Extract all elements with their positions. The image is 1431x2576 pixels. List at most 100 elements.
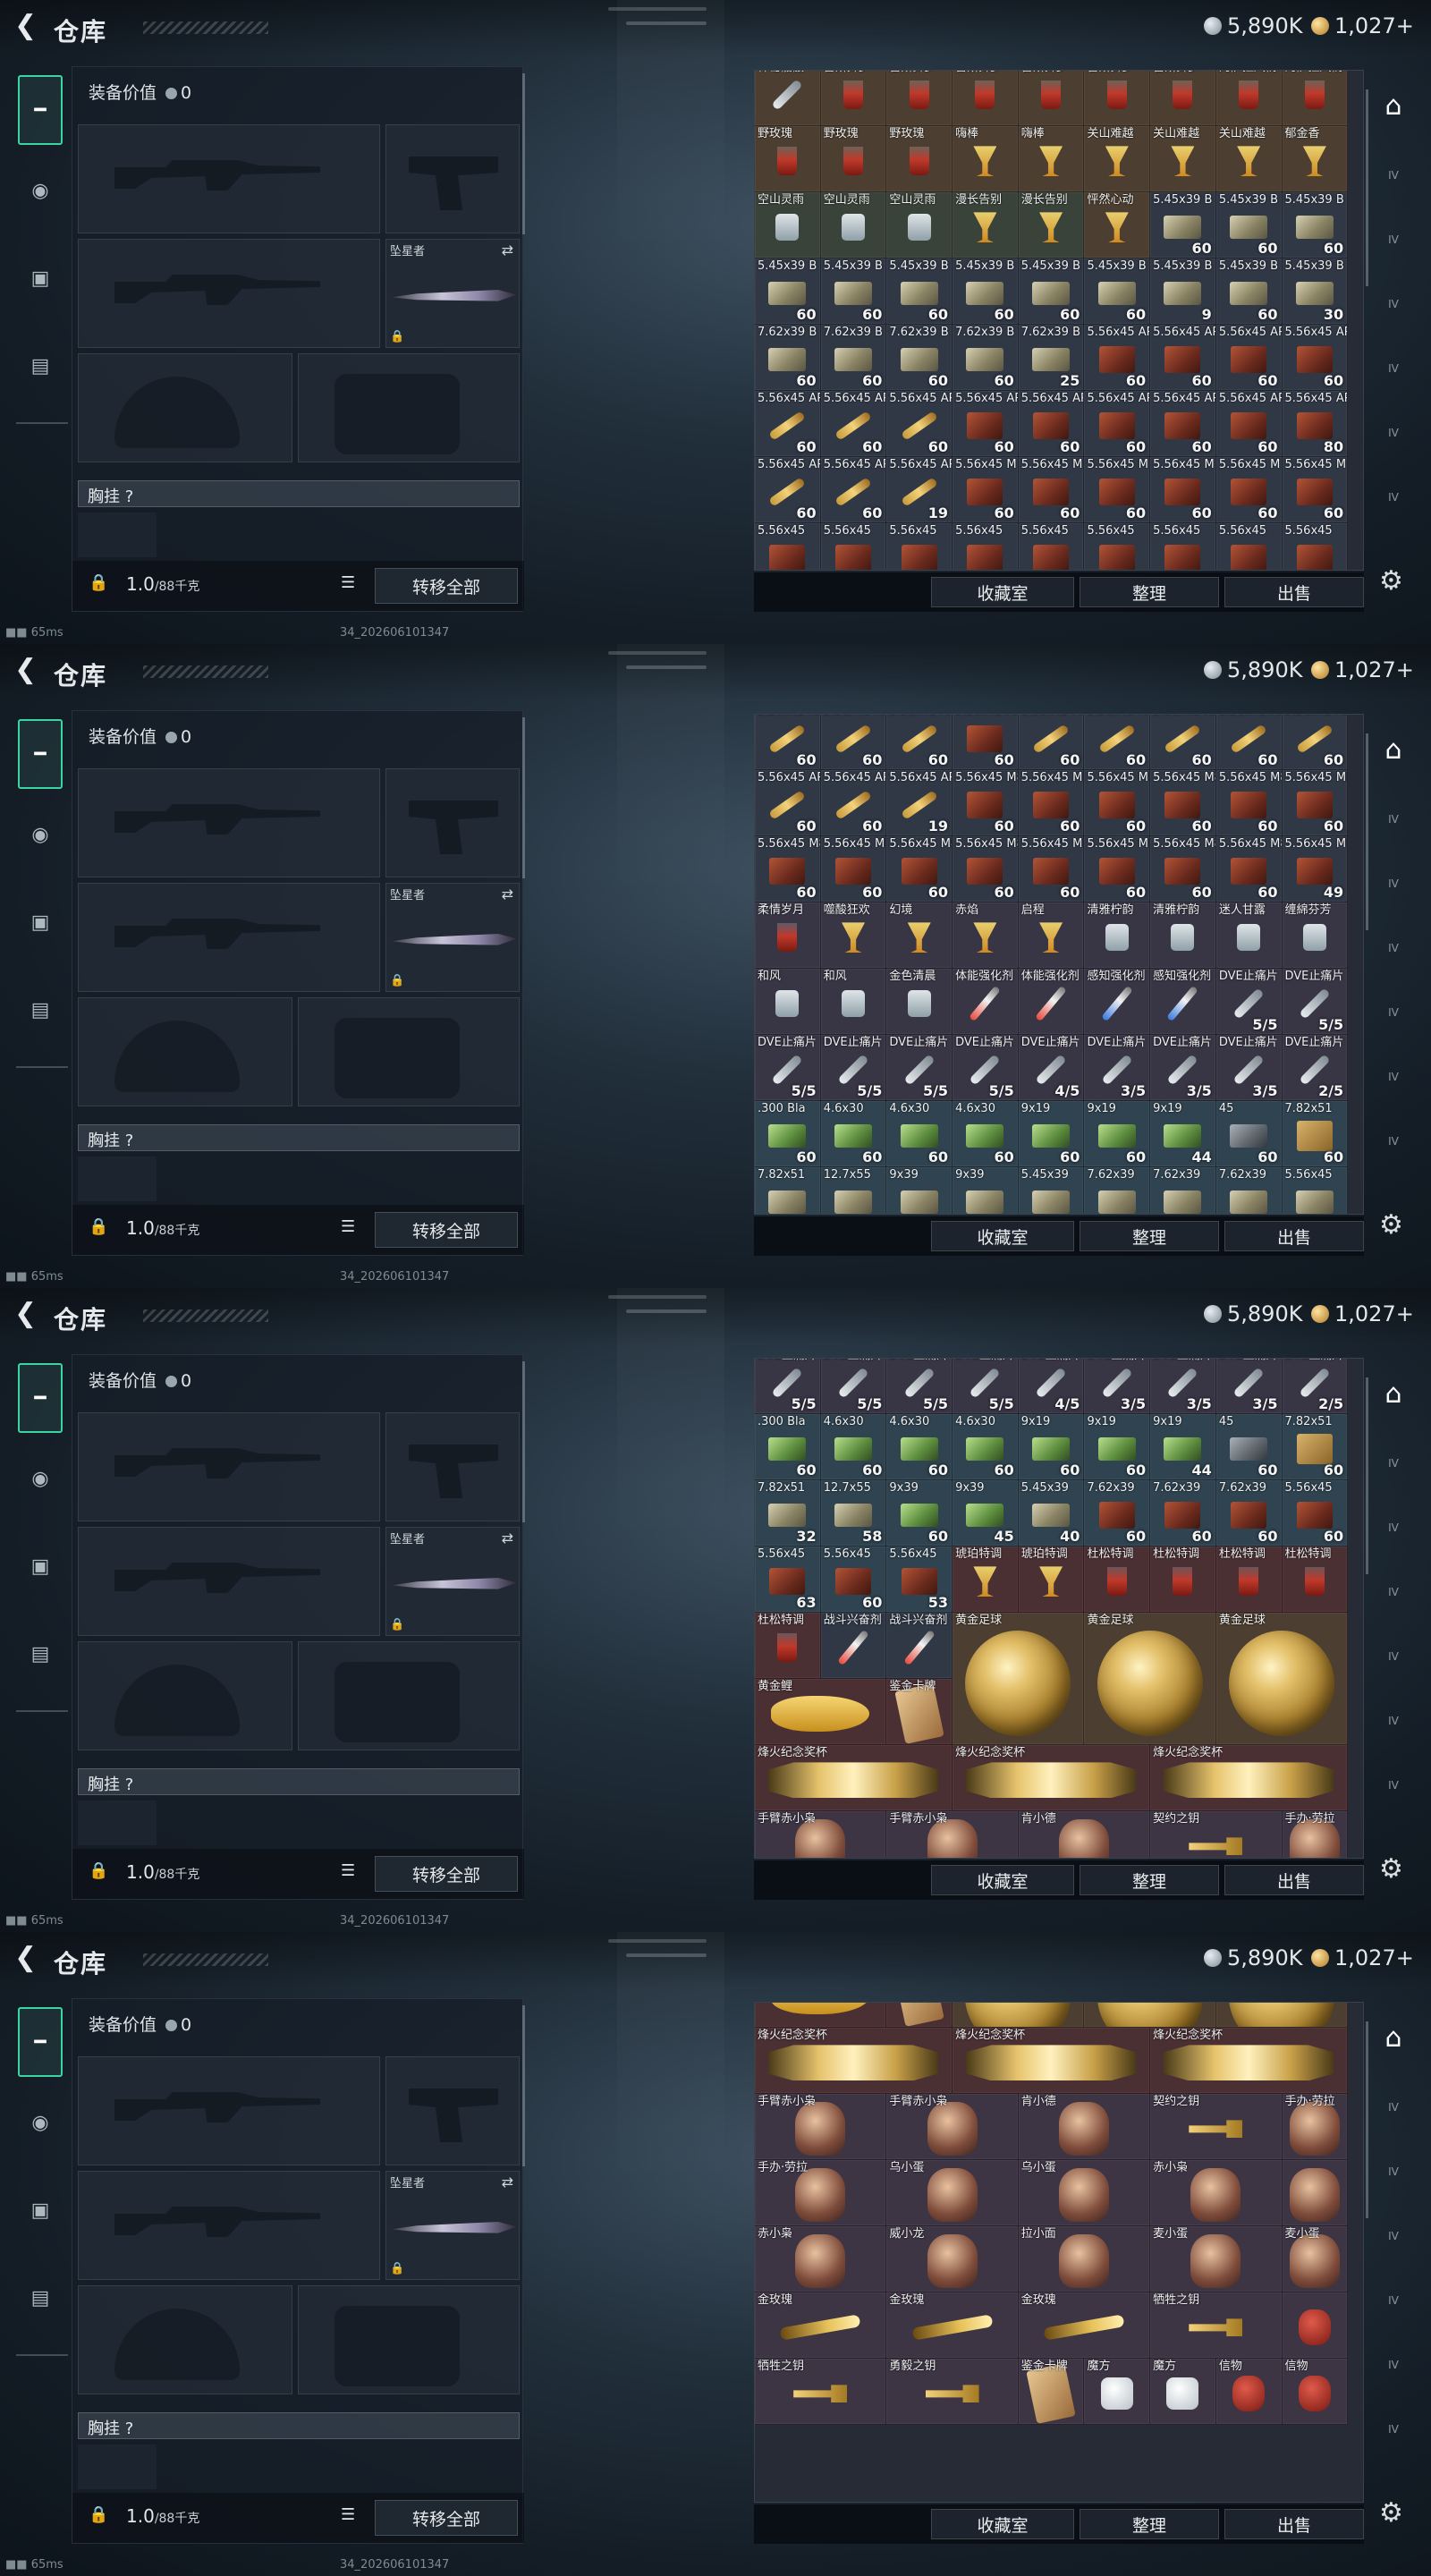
inventory-item[interactable]: 金玫瑰 <box>755 2292 887 2359</box>
inventory-item[interactable]: 5.56x45 AP 60 <box>1282 325 1349 391</box>
back-arrow-icon[interactable]: ❮ <box>14 657 41 683</box>
armor-slot[interactable] <box>298 353 520 462</box>
inventory-item[interactable]: 5.56x45 AP 60 <box>1150 391 1216 457</box>
inventory-item[interactable]: 杜松特调 <box>1215 1546 1283 1613</box>
inventory-item[interactable]: 手臂赤小枭 <box>886 1811 1019 1858</box>
inventory-item[interactable]: 5.45x39 B 60 <box>886 258 953 325</box>
inventory-item[interactable]: 7.62x39 <box>1215 1167 1283 1214</box>
inventory-item[interactable]: 5.56x45 63 <box>755 1546 821 1613</box>
inventory-item[interactable]: 5.56x45 AP 60 <box>1282 715 1349 770</box>
inventory-item[interactable]: DVE止痛片 2/5 <box>1282 1359 1349 1414</box>
inventory-item[interactable]: 7.62x39 B 60 <box>886 325 953 391</box>
warehouse-tab-4[interactable]: IV <box>1374 993 1413 1032</box>
inventory-item[interactable]: 嗨棒 <box>953 126 1019 192</box>
weapon-tab-icon[interactable]: ━ <box>18 75 63 145</box>
inventory-item[interactable]: 黄金鲤 <box>755 2003 887 2028</box>
transfer-all-button[interactable]: 转移全部 <box>375 2500 518 2536</box>
warehouse-tab-5[interactable]: IV <box>1374 1057 1413 1097</box>
armor-tab-icon[interactable]: ◉ <box>18 2100 63 2145</box>
inventory-item[interactable]: 9x19 44 <box>1150 1101 1216 1167</box>
warehouse-tab-4[interactable]: IV <box>1374 349 1413 388</box>
inventory-item[interactable]: 5.56x45 M855A1 60 <box>953 836 1019 902</box>
inventory-item[interactable]: 乌小蛋 <box>886 2160 1019 2226</box>
inventory-item[interactable]: 7.82x51 <box>755 1167 821 1214</box>
inventory-item[interactable]: 怦然心动 <box>1084 192 1151 258</box>
inventory-item[interactable]: 4.6x30 60 <box>820 1414 887 1480</box>
inventory-item[interactable]: 12.7x55 58 <box>820 1480 887 1546</box>
inventory-item[interactable]: 烽火纪念奖杯 <box>755 2028 953 2094</box>
inventory-item[interactable]: 7.62x39 <box>1150 1167 1216 1214</box>
sell-button[interactable]: 出售 <box>1224 2509 1364 2539</box>
inventory-item[interactable]: DVE止痛片 3/5 <box>1215 1035 1283 1101</box>
inventory-item[interactable]: 牺牲之钥 <box>1150 2292 1283 2359</box>
secondary-weapon-slot[interactable] <box>78 1527 380 1636</box>
sidearm-slot[interactable] <box>385 1412 520 1521</box>
inventory-item[interactable]: 5.56x45 AP 60 <box>1018 391 1085 457</box>
inventory-item[interactable]: 5.56x45 M 60 <box>1282 457 1349 523</box>
inventory-item[interactable]: 阿萨拉风情 <box>1282 71 1349 126</box>
melee-slot[interactable]: 坠星者 ⇄ 🔒 <box>385 2171 520 2280</box>
inventory-item[interactable]: 5.45x39 40 <box>1018 1480 1085 1546</box>
warehouse-tab-3[interactable]: IV <box>1374 2216 1413 2256</box>
backpack-tab-icon[interactable]: ▣ <box>18 900 63 945</box>
currency-gold[interactable]: 1,027+ <box>1334 1301 1414 1326</box>
inventory-item[interactable]: 神秘骷髅 <box>755 71 821 126</box>
inventory-item[interactable]: 清雅柠韵 <box>1084 902 1151 969</box>
sort-button[interactable]: 整理 <box>1080 577 1219 607</box>
chest-rig-header[interactable]: 胸挂 ? <box>78 480 520 507</box>
inventory-item[interactable]: 5.56x45 AP 60 <box>1215 391 1283 457</box>
inventory-item[interactable]: 战斗兴奋剂 <box>820 1613 887 1679</box>
inventory-item[interactable]: 体能强化剂 <box>953 969 1019 1035</box>
warehouse-home-icon[interactable]: ⌂ <box>1374 86 1413 125</box>
inventory-item[interactable]: 5.45x39 B 60 <box>820 258 887 325</box>
currency-gold[interactable]: 1,027+ <box>1334 13 1414 38</box>
inventory-item[interactable]: 5.56x45 AP 60 <box>755 715 821 770</box>
inventory-item[interactable]: 和风 <box>755 969 821 1035</box>
inventory-item[interactable]: 5.56x45 <box>1084 523 1151 570</box>
chest-rig-header[interactable]: 胸挂 ? <box>78 1768 520 1795</box>
inventory-item[interactable]: 清雅柠韵 <box>1150 902 1216 969</box>
warehouse-tab-1[interactable]: IV <box>1374 1444 1413 1483</box>
transfer-all-button[interactable]: 转移全部 <box>375 1212 518 1248</box>
gold-coin-icon[interactable] <box>1311 17 1329 35</box>
inventory-item[interactable]: 5.56x45 M855A1 60 <box>1215 770 1283 836</box>
secondary-weapon-slot[interactable] <box>78 239 380 348</box>
sort-button[interactable]: 整理 <box>1080 2509 1219 2539</box>
inventory-item[interactable]: 5.56x45 AP 60 <box>1215 715 1283 770</box>
inventory-item[interactable]: 5.56x45 AP 60 <box>886 391 953 457</box>
backpack-tab-icon[interactable]: ▣ <box>18 256 63 301</box>
inventory-item[interactable]: 9x19 60 <box>1084 1101 1151 1167</box>
weapon-tab-icon[interactable]: ━ <box>18 719 63 789</box>
inventory-item[interactable]: 5.45x39 B 60 <box>953 258 1019 325</box>
inventory-item[interactable]: DVE止痛片 3/5 <box>1084 1359 1151 1414</box>
swap-icon[interactable]: ⇄ <box>502 2174 513 2190</box>
inventory-item[interactable]: 5.45x39 B 60 <box>1282 192 1349 258</box>
inventory-item[interactable]: 7.82x51 60 <box>1282 1101 1349 1167</box>
inventory-item[interactable]: 雷斯舞步 <box>1018 71 1085 126</box>
warehouse-tab-2[interactable]: IV <box>1374 220 1413 259</box>
inventory-item[interactable]: 5.56x45 <box>886 523 953 570</box>
inventory-item[interactable]: 金色清晨 <box>886 969 953 1035</box>
inventory-item[interactable]: 肯小德 <box>1018 1811 1151 1858</box>
inventory-item[interactable] <box>1084 2003 1216 2028</box>
inventory-item[interactable]: DVE止痛片 5/5 <box>755 1359 821 1414</box>
inventory-item[interactable]: 5.56x45 M855A1 60 <box>1215 836 1283 902</box>
inventory-item[interactable]: 5.56x45 AP 60 <box>820 457 887 523</box>
inventory-item[interactable]: 5.56x45 M 60 <box>1084 457 1151 523</box>
inventory-item[interactable]: 黄金足球 <box>1215 1613 1349 1745</box>
helmet-slot[interactable] <box>78 353 292 462</box>
swap-icon[interactable]: ⇄ <box>502 886 513 902</box>
inventory-item[interactable]: 5.56x45 AP 19 <box>886 770 953 836</box>
back-arrow-icon[interactable]: ❮ <box>14 13 41 39</box>
helmet-slot[interactable] <box>78 2285 292 2394</box>
chest-rig-header[interactable]: 胸挂 ? <box>78 1124 520 1151</box>
inventory-item[interactable]: 4.6x30 60 <box>820 1101 887 1167</box>
inventory-item[interactable]: 7.62x39 B 25 <box>1018 325 1085 391</box>
inventory-item[interactable]: 5.56x45 M855A1 60 <box>1150 770 1216 836</box>
inventory-item[interactable]: DVE止痛片 5/5 <box>953 1035 1019 1101</box>
inventory-item[interactable]: 5.45x39 <box>1018 1167 1085 1214</box>
warehouse-tab-3[interactable]: IV <box>1374 284 1413 324</box>
inventory-item[interactable]: 5.56x45 M 60 <box>1215 457 1283 523</box>
inventory-item[interactable]: 郁金香 <box>1282 126 1349 192</box>
chest-rig-slot[interactable] <box>78 513 157 557</box>
